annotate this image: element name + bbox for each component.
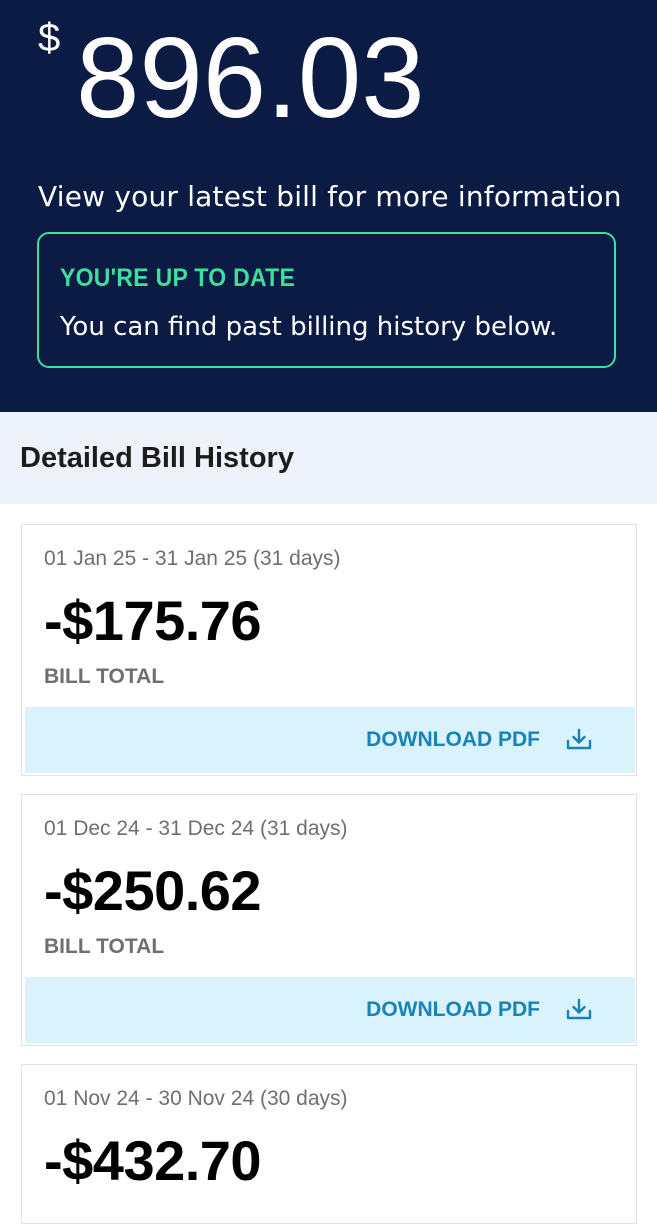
bill-amount: -$432.70 <box>44 1129 262 1192</box>
download-icon <box>566 728 592 750</box>
download-pdf-button[interactable]: DOWNLOAD PDF <box>25 707 635 773</box>
currency-symbol: $ <box>38 16 61 60</box>
bill-total-label: BILL TOTAL <box>44 665 165 688</box>
bill-total-label: BILL TOTAL <box>44 935 165 958</box>
bill-amount: -$250.62 <box>44 859 262 922</box>
latest-bill-message: View your latest bill for more informati… <box>38 180 622 213</box>
section-title: Detailed Bill History <box>20 442 294 474</box>
bill-history-header: Detailed Bill History <box>0 412 657 504</box>
bill-amount: -$175.76 <box>44 589 262 652</box>
download-pdf-label: DOWNLOAD PDF <box>366 728 540 751</box>
bill-card: 01 Nov 24 - 30 Nov 24 (30 days) -$432.70 <box>21 1064 637 1224</box>
bill-period: 01 Nov 24 - 30 Nov 24 (30 days) <box>44 1087 348 1110</box>
download-pdf-button[interactable]: DOWNLOAD PDF <box>25 977 635 1043</box>
balance-amount: 896.03 <box>76 15 425 142</box>
bill-period: 01 Dec 24 - 31 Dec 24 (31 days) <box>44 817 348 840</box>
status-message: You can find past billing history below. <box>60 312 558 342</box>
bill-card: 01 Dec 24 - 31 Dec 24 (31 days) -$250.62… <box>21 794 637 1046</box>
status-title: YOU'RE UP TO DATE <box>60 264 296 292</box>
download-icon <box>566 998 592 1020</box>
download-pdf-label: DOWNLOAD PDF <box>366 998 540 1021</box>
bill-period: 01 Jan 25 - 31 Jan 25 (31 days) <box>44 547 341 570</box>
balance-summary: $ 896.03 View your latest bill for more … <box>0 0 657 412</box>
bill-card: 01 Jan 25 - 31 Jan 25 (31 days) -$175.76… <box>21 524 637 776</box>
status-banner: YOU'RE UP TO DATE You can find past bill… <box>37 232 616 368</box>
